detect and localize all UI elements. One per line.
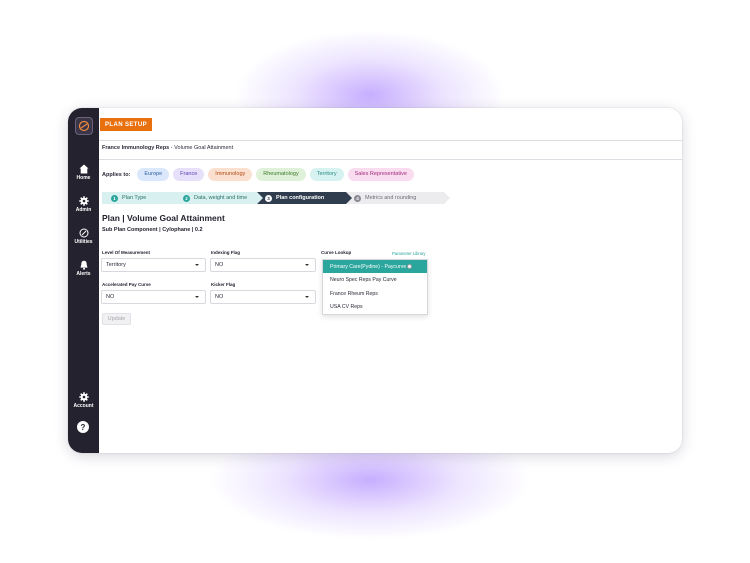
page-subtitle: Sub Plan Component | Cylophane | 0.2 — [102, 227, 203, 233]
curve-lookup-label: Curve Lookup — [321, 250, 352, 255]
step-number: 4 — [354, 195, 361, 202]
select-value: NO — [215, 294, 224, 300]
mouse-cursor-icon — [407, 264, 413, 269]
sidebar-item-label: Alerts — [76, 271, 91, 277]
breadcrumb: France Immunology Reps - Volume Goal Att… — [102, 145, 233, 151]
dropdown-option[interactable]: France Rheum Reps — [323, 287, 427, 300]
step-plan-configuration[interactable]: 3 Plan configuration — [257, 192, 357, 204]
chip-europe[interactable]: Europe — [137, 168, 170, 181]
level-of-measurement-select[interactable]: Territory — [101, 258, 206, 272]
dropdown-option[interactable]: USA CV Reps — [323, 300, 427, 313]
logo-icon — [78, 120, 90, 132]
chip-territory[interactable]: Territory — [309, 168, 344, 181]
step-data-weight-time[interactable]: 2 Data, weight and time — [175, 192, 268, 204]
step-label: Plan configuration — [276, 195, 325, 201]
dropdown-option[interactable]: Neuro Spec Reps Pay Curve — [323, 273, 427, 286]
sidebar-item-label: Account — [73, 403, 94, 409]
sidebar-item-utilities[interactable]: Utilities — [68, 228, 99, 245]
indexing-flag-label: Indexing Flag — [211, 250, 241, 255]
step-number: 1 — [111, 195, 118, 202]
divider — [99, 159, 682, 160]
sidebar-item-account[interactable]: Account — [68, 392, 99, 409]
step-plan-type[interactable]: 1 Plan Type — [102, 192, 187, 204]
breadcrumb-page: Volume Goal Attainment — [174, 145, 234, 151]
step-number: 3 — [265, 195, 272, 202]
chevron-down-icon — [305, 264, 309, 266]
level-of-measurement-label: Level Of Measurement — [102, 250, 151, 255]
select-value: NO — [106, 294, 115, 300]
kicker-flag-select[interactable]: NO — [210, 290, 316, 304]
accelerated-pay-curve-label: Accelerated Pay Curve — [102, 282, 151, 287]
sidebar: Home Admin Utilities Alerts Account ? — [68, 108, 99, 453]
gear-icon — [78, 196, 89, 206]
link-icon — [79, 228, 88, 238]
sidebar-item-label: Home — [76, 175, 91, 181]
step-metrics-rounding[interactable]: 4 Metrics and rounding — [346, 192, 450, 204]
applies-to-row: Applies to: Europe France Immunology Rhe… — [102, 168, 414, 181]
chevron-down-icon — [305, 296, 309, 298]
sidebar-item-admin[interactable]: Admin — [68, 196, 99, 213]
plan-setup-tab[interactable]: PLAN SETUP — [100, 118, 153, 131]
home-icon — [79, 164, 88, 174]
sidebar-item-home[interactable]: Home — [68, 164, 99, 181]
chip-rheumatology[interactable]: Rheumatology — [256, 168, 306, 181]
indexing-flag-select[interactable]: NO — [210, 258, 316, 272]
app-logo[interactable] — [75, 117, 93, 135]
chevron-down-icon — [195, 296, 199, 298]
sidebar-item-label: Admin — [75, 207, 92, 213]
bell-icon — [80, 260, 87, 270]
sidebar-item-alerts[interactable]: Alerts — [68, 260, 99, 277]
dropdown-option[interactable]: Primary Care(Pydine) - Paycurve — [323, 260, 427, 273]
applies-to-label: Applies to: — [102, 171, 131, 178]
breadcrumb-plan[interactable]: France Immunology Reps — [102, 145, 169, 151]
step-number: 2 — [183, 195, 190, 202]
chip-france[interactable]: France — [173, 168, 205, 181]
select-value: Territory — [106, 262, 126, 268]
gear-icon — [78, 392, 89, 402]
chevron-down-icon — [195, 264, 199, 266]
sidebar-item-label: Utilities — [74, 239, 93, 245]
main-content: PLAN SETUP France Immunology Reps - Volu… — [99, 108, 682, 453]
chip-immunology[interactable]: Immunology — [208, 168, 253, 181]
divider — [99, 140, 682, 141]
curve-lookup-dropdown: Primary Care(Pydine) - Paycurve Neuro Sp… — [322, 259, 428, 315]
chip-sales-representative[interactable]: Sales Representative — [347, 168, 414, 181]
page-title: Plan | Volume Goal Attainment — [102, 213, 225, 223]
accelerated-pay-curve-select[interactable]: NO — [101, 290, 206, 304]
step-label: Metrics and rounding — [365, 195, 417, 201]
update-button[interactable]: Update — [102, 313, 131, 325]
step-label: Plan Type — [122, 195, 147, 201]
parameter-library-link[interactable]: Parameter Library — [392, 251, 426, 256]
kicker-flag-label: Kicker Flag — [211, 282, 236, 287]
select-value: NO — [215, 262, 224, 268]
app-window: Home Admin Utilities Alerts Account ? PL… — [68, 108, 682, 453]
step-label: Data, weight and time — [194, 195, 248, 201]
help-icon[interactable]: ? — [77, 421, 89, 433]
